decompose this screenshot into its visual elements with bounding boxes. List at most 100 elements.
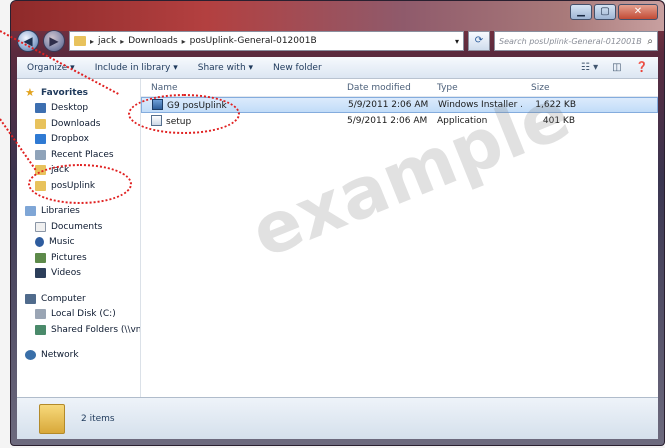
folder-icon [35, 180, 46, 191]
chevron-right-icon: ▸ [90, 36, 95, 46]
nav-item-jack[interactable]: jack [17, 163, 140, 179]
nav-gap [17, 194, 140, 204]
column-type[interactable]: Type [427, 83, 521, 93]
nav-label: Libraries [41, 206, 80, 217]
nav-label: jack [51, 165, 70, 176]
folder-icon [35, 165, 46, 176]
file-size: 401 KB [542, 116, 575, 126]
help-icon[interactable]: ❓ [636, 62, 648, 73]
nav-label: Documents [51, 221, 103, 232]
nav-item-desktop[interactable]: Desktop [17, 101, 140, 117]
search-input[interactable]: Search posUplink-General-012001B ⌕ [494, 31, 658, 51]
back-button[interactable]: ◀ [17, 30, 39, 52]
downloads-folder-icon [35, 118, 46, 129]
folder-icon [74, 36, 86, 46]
nav-label: Recent Places [51, 149, 114, 160]
file-name: G9 posUplink [167, 101, 227, 111]
nav-libraries[interactable]: Libraries [17, 204, 140, 220]
documents-icon [35, 221, 46, 232]
nav-item-recent-places[interactable]: Recent Places [17, 147, 140, 163]
nav-label: Music [49, 237, 75, 248]
music-icon [35, 237, 44, 248]
file-size: 1,622 KB [535, 100, 576, 110]
column-headers: Name Date modified Type Size [141, 79, 658, 97]
nav-gap [17, 281, 140, 291]
search-icon[interactable]: ⌕ [647, 36, 653, 47]
nav-label: Downloads [51, 118, 101, 129]
nav-item-music[interactable]: Music [17, 235, 140, 251]
column-date-modified[interactable]: Date modified [337, 83, 427, 93]
command-bar: Organize ▾ Include in library ▾ Share wi… [17, 57, 658, 79]
breadcrumb-downloads[interactable]: Downloads [128, 36, 177, 46]
breadcrumb-current[interactable]: posUplink-General-012001B [190, 36, 317, 46]
toolbar-right: ☷ ▾ ◫ ❓ [581, 62, 648, 73]
nav-label: Videos [51, 268, 81, 279]
folder-icon [39, 403, 65, 434]
file-row[interactable]: G9 posUplink 5/9/2011 2:06 AM Windows In… [141, 97, 658, 113]
dropbox-icon [35, 134, 46, 145]
nav-item-videos[interactable]: Videos [17, 266, 140, 282]
navigation-pane: ★ Favorites Desktop Downloads Dropbox Re… [17, 79, 141, 397]
close-button[interactable]: ✕ [618, 4, 658, 20]
preview-pane-icon[interactable]: ◫ [612, 62, 621, 73]
view-options-icon[interactable]: ☷ ▾ [581, 62, 598, 73]
column-name[interactable]: Name [141, 83, 337, 93]
window-controls: ▁ ▢ ✕ [570, 4, 658, 20]
share-with-button[interactable]: Share with ▾ [198, 63, 253, 73]
nav-network[interactable]: Network [17, 348, 140, 364]
nav-label: Computer [41, 293, 86, 304]
nav-label: Favorites [41, 87, 89, 98]
exe-icon [151, 115, 162, 126]
refresh-button[interactable]: ⟳ [468, 31, 490, 51]
file-type: Application [437, 116, 488, 126]
minimize-button[interactable]: ▁ [570, 4, 592, 20]
file-name: setup [166, 117, 192, 127]
computer-icon [25, 293, 36, 304]
include-in-library-button[interactable]: Include in library ▾ [95, 63, 178, 73]
nav-item-documents[interactable]: Documents [17, 219, 140, 235]
network-icon [25, 350, 36, 361]
network-drive-icon [35, 324, 46, 335]
desktop-icon [35, 103, 46, 114]
pictures-icon [35, 252, 46, 263]
address-bar[interactable]: ▸ jack ▸ Downloads ▸ posUplink-General-0… [69, 31, 464, 51]
nav-item-shared-folders[interactable]: Shared Folders (\\vn [17, 322, 140, 338]
column-size[interactable]: Size [521, 83, 581, 93]
recent-places-icon [35, 149, 46, 160]
disk-icon [35, 309, 46, 320]
nav-item-pictures[interactable]: Pictures [17, 250, 140, 266]
nav-item-local-disk[interactable]: Local Disk (C:) [17, 307, 140, 323]
search-placeholder: Search posUplink-General-012001B [499, 36, 642, 46]
nav-item-posuplink[interactable]: posUplink [17, 178, 140, 194]
maximize-button[interactable]: ▢ [594, 4, 616, 20]
file-row[interactable]: setup 5/9/2011 2:06 AM Application 401 K… [141, 113, 658, 129]
nav-label: Local Disk (C:) [51, 309, 116, 320]
file-type: Windows Installer ... [438, 100, 522, 110]
details-pane: 2 items [17, 397, 658, 439]
nav-label: Network [41, 350, 79, 361]
chevron-down-icon[interactable]: ▾ [455, 37, 459, 46]
nav-gap [17, 338, 140, 348]
file-name-cell: setup [141, 115, 337, 127]
chevron-right-icon: ▸ [181, 36, 186, 46]
file-date: 5/9/2011 2:06 AM [347, 116, 427, 126]
explorer-body: ★ Favorites Desktop Downloads Dropbox Re… [17, 79, 658, 397]
nav-label: Dropbox [51, 134, 89, 145]
nav-label: posUplink [51, 180, 96, 191]
nav-item-downloads[interactable]: Downloads [17, 116, 140, 132]
nav-favorites[interactable]: ★ Favorites [17, 85, 140, 101]
videos-icon [35, 268, 46, 279]
nav-label: Shared Folders (\\vn [51, 324, 141, 335]
libraries-icon [25, 206, 36, 217]
file-date: 5/9/2011 2:06 AM [348, 100, 428, 110]
file-list-pane[interactable]: Name Date modified Type Size G9 posUplin… [141, 79, 658, 397]
organize-button[interactable]: Organize ▾ [27, 63, 75, 73]
screenshot-stage: ▁ ▢ ✕ ◀ ▶ ▸ jack ▸ Downloads ▸ posUplink… [0, 0, 665, 448]
new-folder-button[interactable]: New folder [273, 63, 322, 73]
star-icon: ★ [25, 85, 35, 99]
forward-button[interactable]: ▶ [43, 30, 65, 52]
nav-item-dropbox[interactable]: Dropbox [17, 132, 140, 148]
breadcrumb-jack[interactable]: jack [98, 36, 116, 46]
address-row: ◀ ▶ ▸ jack ▸ Downloads ▸ posUplink-Gener… [11, 27, 664, 55]
nav-computer[interactable]: Computer [17, 291, 140, 307]
